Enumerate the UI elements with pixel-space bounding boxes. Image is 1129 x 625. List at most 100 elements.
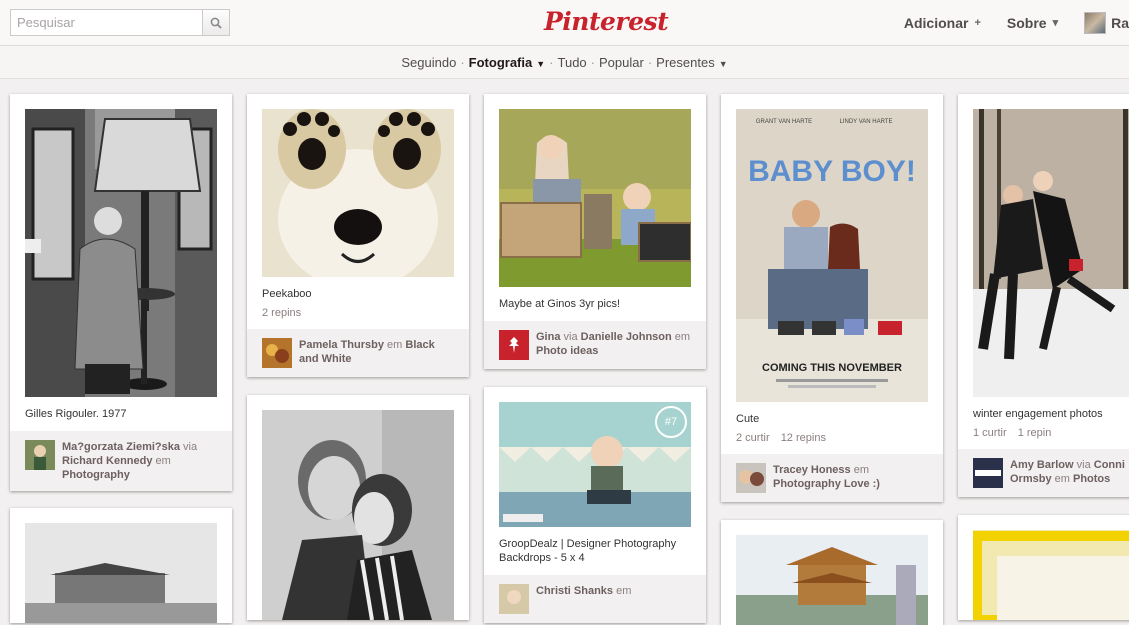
pinner-name[interactable]: Christi Shanks xyxy=(536,585,613,597)
pin-attribution: Ma?gorzata Ziemi?ska via Richard Kennedy… xyxy=(10,431,232,491)
rank-badge: #7 xyxy=(655,406,687,438)
pinner-name[interactable]: Pamela Thursby xyxy=(299,339,384,351)
via-user[interactable]: Conni xyxy=(1094,459,1125,471)
pin-card[interactable] xyxy=(247,395,469,620)
via-label: via xyxy=(563,331,578,343)
category-photography[interactable]: Fotografia ▼ xyxy=(469,55,545,70)
user-avatar[interactable] xyxy=(736,463,766,493)
on-label: em xyxy=(155,455,171,467)
user-avatar xyxy=(1084,11,1107,34)
via-label: via xyxy=(183,441,198,453)
via-user[interactable]: Ormsby xyxy=(1010,473,1052,485)
on-label: em xyxy=(616,585,632,597)
board-name[interactable]: Photos xyxy=(1073,473,1110,485)
category-following[interactable]: Seguindo xyxy=(401,55,456,70)
pin-image[interactable] xyxy=(499,109,691,287)
pin-description: Peekaboo xyxy=(262,288,312,300)
separator: · xyxy=(647,54,653,70)
pin-image[interactable] xyxy=(25,109,217,397)
plus-icon: + xyxy=(974,16,981,29)
user-avatar[interactable] xyxy=(499,584,529,614)
separator: · xyxy=(460,54,465,70)
about-label: Sobre xyxy=(1006,14,1047,31)
pin-card[interactable]: GRANT VAN HARTE LINDY VAN HARTE BABY BOY… xyxy=(721,94,943,502)
caret-down-icon: ▼ xyxy=(536,58,546,69)
pin-card[interactable]: Peekaboo 2 repins Pamela Thursby em Blac… xyxy=(247,94,469,377)
separator: · xyxy=(590,54,595,70)
pin-image[interactable] xyxy=(25,523,217,623)
user-avatar[interactable] xyxy=(973,458,1003,488)
pin-card[interactable] xyxy=(958,515,1129,620)
add-menu[interactable]: Adicionar + xyxy=(904,15,981,31)
via-label: via xyxy=(1076,459,1091,471)
pin-image[interactable] xyxy=(973,109,1129,397)
on-label: em xyxy=(853,464,869,476)
pin-stats: 2 curtir 12 repins xyxy=(736,432,928,444)
header-nav: Adicionar + Sobre ▾ Ra xyxy=(904,0,1129,45)
pin-image[interactable] xyxy=(973,530,1129,620)
like-count: 2 curtir xyxy=(736,432,770,444)
category-bar: Seguindo · Fotografia ▼ · Tudo · Popular … xyxy=(0,46,1129,79)
pin-attribution: Tracey Honess em Photography Love :) xyxy=(721,454,943,502)
poster-title: BABY BOY! xyxy=(748,155,916,188)
add-label: Adicionar xyxy=(903,14,969,31)
poster-name-first: GRANT VAN HARTE xyxy=(756,119,812,125)
search-input[interactable] xyxy=(11,10,216,35)
pin-image[interactable]: #7 xyxy=(499,402,691,527)
pin-card[interactable]: Gilles Rigouler. 1977 Ma?gorzata Ziemi?s… xyxy=(10,94,232,491)
pinterest-logo[interactable]: Pinterest xyxy=(544,6,669,38)
pin-description: Maybe at Ginos 3yr pics! xyxy=(499,298,621,310)
pin-card[interactable]: Maybe at Ginos 3yr pics! Gina via Daniel… xyxy=(484,94,706,369)
pin-image[interactable] xyxy=(736,535,928,625)
pin-description: GroopDealz | Designer Photography Backdr… xyxy=(499,538,677,564)
pin-image[interactable] xyxy=(262,410,454,620)
board-name[interactable]: Photo ideas xyxy=(536,345,598,357)
pin-attribution: Gina via Danielle Johnson em Photo ideas xyxy=(484,321,706,369)
repin-count: 1 repin xyxy=(1017,427,1052,439)
on-label: em xyxy=(674,331,691,343)
poster-tagline: COMING THIS NOVEMBER xyxy=(762,362,902,374)
category-popular[interactable]: Popular xyxy=(599,55,644,70)
like-count: 1 curtir xyxy=(973,427,1007,439)
caret-down-icon: ▼ xyxy=(718,58,728,69)
category-gifts-label: Presentes xyxy=(656,54,715,70)
on-label: em xyxy=(1054,473,1070,485)
category-all[interactable]: Tudo xyxy=(558,55,587,70)
search-box xyxy=(10,9,230,36)
search-icon xyxy=(210,17,222,29)
pinner-name[interactable]: Gina xyxy=(536,331,560,343)
poster-name-second: LINDY VAN HARTE xyxy=(839,119,892,125)
on-label: em xyxy=(387,339,403,351)
pin-description: Cute xyxy=(736,413,760,425)
pin-card[interactable] xyxy=(10,508,232,623)
user-menu[interactable]: Ra xyxy=(1084,11,1129,34)
board-name[interactable]: Photography xyxy=(62,469,130,481)
user-avatar[interactable] xyxy=(262,338,292,368)
pin-icon[interactable] xyxy=(499,330,529,360)
pin-image[interactable] xyxy=(262,109,454,277)
pinner-name[interactable]: Ma?gorzata Ziemi?ska xyxy=(62,441,180,453)
pin-description: Gilles Rigouler. 1977 xyxy=(25,408,127,420)
pin-attribution: Christi Shanks em xyxy=(484,575,706,623)
pin-card[interactable]: winter engagement photos 1 curtir 1 repi… xyxy=(958,94,1129,497)
pinner-name[interactable]: Amy Barlow xyxy=(1010,459,1074,471)
pin-description: winter engagement photos xyxy=(973,408,1103,420)
user-avatar[interactable] xyxy=(25,440,55,470)
pinner-name[interactable]: Tracey Honess xyxy=(773,464,851,476)
pin-card[interactable] xyxy=(721,520,943,625)
pin-attribution: Amy Barlow via Conni Ormsby em Photos xyxy=(958,449,1129,497)
pin-stats: 2 repins xyxy=(262,307,454,319)
pin-image[interactable]: GRANT VAN HARTE LINDY VAN HARTE BABY BOY… xyxy=(736,109,928,402)
about-menu[interactable]: Sobre ▾ xyxy=(1007,15,1058,31)
pin-card[interactable]: #7 GroopDealz | Designer Photography Bac… xyxy=(484,387,706,623)
repin-count: 12 repins xyxy=(780,432,826,444)
via-user[interactable]: Richard Kennedy xyxy=(62,455,152,467)
category-gifts[interactable]: Presentes ▼ xyxy=(656,55,727,70)
top-header: Pinterest Adicionar + Sobre ▾ Ra xyxy=(0,0,1129,46)
search-button[interactable] xyxy=(202,10,229,35)
pin-attribution: Pamela Thursby em Black and White xyxy=(247,329,469,377)
separator: · xyxy=(549,54,554,70)
via-user[interactable]: Danielle Johnson xyxy=(581,331,672,343)
caret-down-icon: ▾ xyxy=(1052,17,1059,29)
board-name[interactable]: Photography Love :) xyxy=(773,478,880,490)
